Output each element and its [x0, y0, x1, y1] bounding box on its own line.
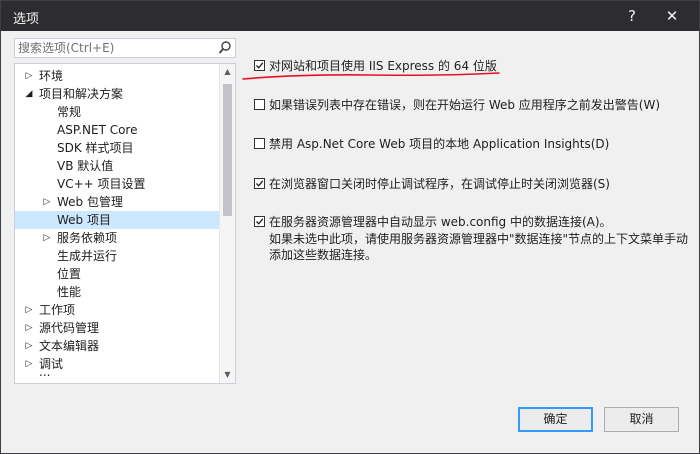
- option-checkbox[interactable]: [254, 138, 265, 149]
- tree-item[interactable]: 性能: [15, 283, 220, 301]
- collapsed-arrow-icon[interactable]: ▷: [23, 337, 35, 355]
- option-label[interactable]: 如果错误列表中存在错误，则在开始运行 Web 应用程序之前发出警告(W): [269, 98, 660, 112]
- tree-item-label: 性能: [57, 285, 82, 299]
- tree-item-label: 工作项: [39, 303, 76, 317]
- tree-item-label: ...: [39, 365, 51, 379]
- option-checkbox[interactable]: [254, 216, 265, 227]
- checkmark-icon: [256, 218, 264, 225]
- tree-item[interactable]: VB 默认值: [15, 157, 220, 175]
- scroll-down-icon[interactable]: ▼: [220, 367, 235, 383]
- tree-item-label: Web 包管理: [57, 195, 123, 209]
- tree-item[interactable]: ▷ 文本编辑器: [15, 337, 220, 355]
- tree-item[interactable]: VC++ 项目设置: [15, 175, 220, 193]
- tree-item-label: 常规: [57, 105, 82, 119]
- scroll-up-icon[interactable]: ▲: [220, 64, 235, 80]
- expanded-arrow-icon[interactable]: ◢: [23, 85, 35, 103]
- collapsed-arrow-icon[interactable]: ▷: [23, 301, 35, 319]
- tree-item[interactable]: SDK 样式项目: [15, 139, 220, 157]
- collapsed-arrow-icon[interactable]: ▷: [23, 319, 35, 337]
- search-icon[interactable]: [218, 40, 232, 56]
- tree-item-label: ASP.NET Core: [57, 123, 138, 137]
- tree-item-label: VB 默认值: [57, 159, 114, 173]
- option-label[interactable]: 在服务器资源管理器中自动显示 web.config 中的数据连接(A)。: [269, 215, 612, 229]
- checkmark-icon: [256, 180, 264, 187]
- option-checkbox[interactable]: [254, 178, 265, 189]
- option-label[interactable]: 在浏览器窗口关闭时停止调试程序，在调试停止时关闭浏览器(S): [269, 177, 610, 191]
- checkmark-icon: [256, 62, 264, 69]
- tree-item[interactable]: ▷ Web 包管理: [15, 193, 220, 211]
- option-description: 如果未选中此项，请使用服务器资源管理器中"数据连接"节点的上下文菜单手动添加这些…: [269, 232, 689, 262]
- tree-item[interactable]: ▷ 源代码管理: [15, 319, 220, 337]
- collapsed-arrow-icon[interactable]: ▷: [41, 229, 53, 247]
- tree-scrollbar[interactable]: ▲ ▼: [219, 64, 235, 383]
- cancel-button[interactable]: 取消: [604, 407, 679, 432]
- option-checkbox[interactable]: [254, 60, 265, 71]
- collapsed-arrow-icon[interactable]: ▷: [23, 67, 35, 85]
- tree-item-label: 项目和解决方案: [39, 87, 124, 101]
- tree-item[interactable]: 常规: [15, 103, 220, 121]
- tree-item[interactable]: ▷ 环境: [15, 67, 220, 85]
- tree-item-label: 文本编辑器: [39, 339, 100, 353]
- ok-button[interactable]: 确定: [518, 407, 593, 432]
- tree-item-label: Web 项目: [57, 213, 111, 227]
- close-button[interactable]: ✕: [655, 1, 689, 31]
- tree-item[interactable]: 生成并运行: [15, 247, 220, 265]
- option-label[interactable]: 禁用 Asp.Net Core Web 项目的本地 Application In…: [269, 137, 609, 151]
- tree-item-label: VC++ 项目设置: [57, 177, 146, 191]
- tree-item[interactable]: ◢ 项目和解决方案: [15, 85, 220, 103]
- tree-item-label: SDK 样式项目: [57, 141, 134, 155]
- tree-item-label: 生成并运行: [57, 249, 118, 263]
- tree-item-label: 源代码管理: [39, 321, 100, 335]
- tree-item[interactable]: Web 项目: [15, 211, 220, 229]
- title-bar: 选项 ? ✕: [1, 1, 699, 31]
- tree-item-label: 位置: [57, 267, 82, 281]
- window-title: 选项: [13, 12, 40, 27]
- tree-item[interactable]: ASP.NET Core: [15, 121, 220, 139]
- scroll-thumb[interactable]: [223, 84, 232, 216]
- option-checkbox[interactable]: [254, 99, 265, 110]
- options-tree: ▷ 环境 ◢ 项目和解决方案常规 ASP.NET Core SDK 样式项目 VB 默认值 V…: [14, 63, 236, 384]
- help-button[interactable]: ?: [615, 1, 649, 31]
- search-box: [14, 38, 236, 58]
- search-input[interactable]: [18, 40, 208, 56]
- tree-item[interactable]: ▷ 工作项: [15, 301, 220, 319]
- collapsed-arrow-icon[interactable]: ▷: [41, 193, 53, 211]
- tree-item[interactable]: 位置: [15, 265, 220, 283]
- tree-item-label: 环境: [39, 69, 64, 83]
- tree-item-label: 服务依赖项: [57, 231, 118, 245]
- tree-item[interactable]: ...: [15, 365, 220, 383]
- tree-item[interactable]: ▷ 服务依赖项: [15, 229, 220, 247]
- option-label[interactable]: 对网站和项目使用 IIS Express 的 64 位版: [269, 59, 497, 73]
- options-dialog: 选项 ? ✕ ▷ 环境 ◢ 项目和解决方案常规 ASP.NET Core SDK 样式项目…: [0, 0, 700, 454]
